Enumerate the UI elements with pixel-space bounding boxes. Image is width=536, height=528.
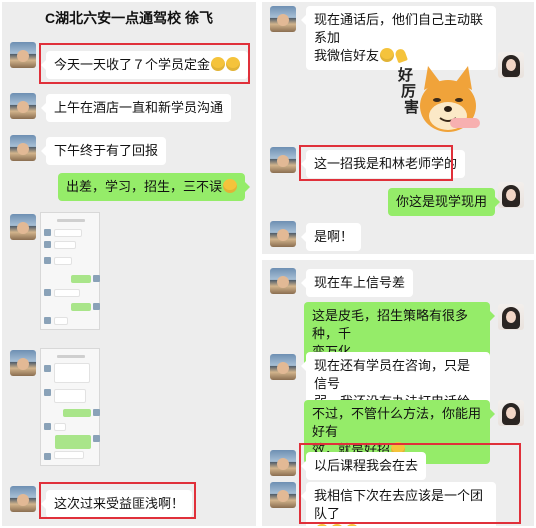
contact-avatar[interactable] bbox=[270, 221, 296, 247]
contact-avatar[interactable] bbox=[270, 482, 296, 508]
sticker-caption: 好 厉 害 bbox=[398, 67, 420, 116]
contact-avatar[interactable] bbox=[270, 354, 296, 380]
chat-panel-left: C湖北六安一点通驾校 徐飞 今天一天收了７个学员定金 上午在酒店一直和新学员沟通… bbox=[2, 2, 256, 526]
message-text: 你这是现学现用 bbox=[396, 194, 488, 209]
message-bubble: 下午终于有了回报 bbox=[40, 137, 167, 165]
contact-avatar[interactable] bbox=[10, 214, 36, 240]
message-bubble: 是啊！ bbox=[300, 223, 362, 251]
chat-screenshot-image[interactable] bbox=[40, 212, 100, 330]
contact-avatar[interactable] bbox=[10, 486, 36, 512]
message-text: 这次过来受益匪浅啊！ bbox=[54, 496, 185, 511]
grin-emoji-icon bbox=[345, 524, 359, 526]
contact-avatar[interactable] bbox=[270, 450, 296, 476]
message-text: 今天一天收了７个学员定金 bbox=[54, 57, 211, 72]
message-text: 我相信下次在去应该是一个团队了 bbox=[314, 488, 484, 521]
message-text: 现在还有学员在咨询，只是信号 bbox=[314, 358, 471, 391]
contact-avatar[interactable] bbox=[10, 93, 36, 119]
smile-emoji-icon bbox=[223, 179, 238, 193]
contact-avatar[interactable] bbox=[270, 147, 296, 173]
message-bubble-self: 你这是现学现用 bbox=[388, 188, 501, 216]
user-avatar[interactable] bbox=[498, 182, 524, 208]
user-avatar[interactable] bbox=[498, 52, 524, 78]
chat-title: C湖北六安一点通驾校 徐飞 bbox=[45, 10, 213, 26]
user-avatar[interactable] bbox=[498, 304, 524, 330]
message-bubble: 以后课程我会在去 bbox=[300, 452, 427, 480]
message-bubble: 现在车上信号差 bbox=[300, 269, 414, 297]
message-bubble: 今天一天收了７个学员定金 bbox=[40, 51, 249, 79]
contact-avatar[interactable] bbox=[10, 135, 36, 161]
chat-panel-right-bottom: 现在车上信号差 这是皮毛，招生策略有很多种，千 变万化 现在还有学员在咨询，只是… bbox=[262, 260, 534, 526]
contact-avatar[interactable] bbox=[10, 42, 36, 68]
contact-avatar[interactable] bbox=[10, 350, 36, 376]
message-text: 这是皮毛，招生策略有很多种，千 bbox=[312, 308, 469, 341]
message-text: 现在通话后，他们自己主动联系加 bbox=[314, 12, 484, 45]
message-text: 现在车上信号差 bbox=[314, 275, 406, 290]
message-bubble: 上午在酒店一直和新学员沟通 bbox=[40, 94, 232, 122]
message-text: 我微信好友 bbox=[314, 48, 380, 63]
message-bubble: 这一招我是和林老师学的 bbox=[300, 150, 466, 178]
grin-emoji-icon bbox=[380, 48, 395, 62]
chat-panel-right-top: 现在通话后，他们自己主动联系加 我微信好友 好 厉 害 这一招我是和林老师学的 … bbox=[262, 2, 534, 254]
message-bubble: 我相信下次在去应该是一个团队了 bbox=[301, 482, 496, 526]
message-text: 不过，不管什么方法，你能用好有 bbox=[312, 406, 482, 439]
grin-emoji-icon bbox=[315, 524, 329, 526]
chat-screenshot-image[interactable] bbox=[40, 348, 100, 466]
contact-avatar[interactable] bbox=[270, 6, 296, 32]
message-bubble: 这次过来受益匪浅啊！ bbox=[40, 490, 193, 518]
message-text: 这一招我是和林老师学的 bbox=[314, 156, 458, 171]
message-text: 以后课程我会在去 bbox=[314, 458, 419, 473]
grin-emoji-icon bbox=[330, 524, 344, 526]
contact-avatar[interactable] bbox=[270, 268, 296, 294]
grin-emoji-icon bbox=[211, 57, 226, 71]
message-text: 下午终于有了回报 bbox=[54, 143, 159, 158]
message-text: 出差，学习，招生，三不误 bbox=[66, 179, 223, 194]
user-avatar[interactable] bbox=[498, 400, 524, 426]
message-text: 是啊！ bbox=[314, 229, 354, 244]
message-text: 上午在酒店一直和新学员沟通 bbox=[54, 100, 224, 115]
grin-emoji-icon bbox=[226, 57, 241, 71]
message-bubble-self: 出差，学习，招生，三不误 bbox=[58, 173, 251, 201]
